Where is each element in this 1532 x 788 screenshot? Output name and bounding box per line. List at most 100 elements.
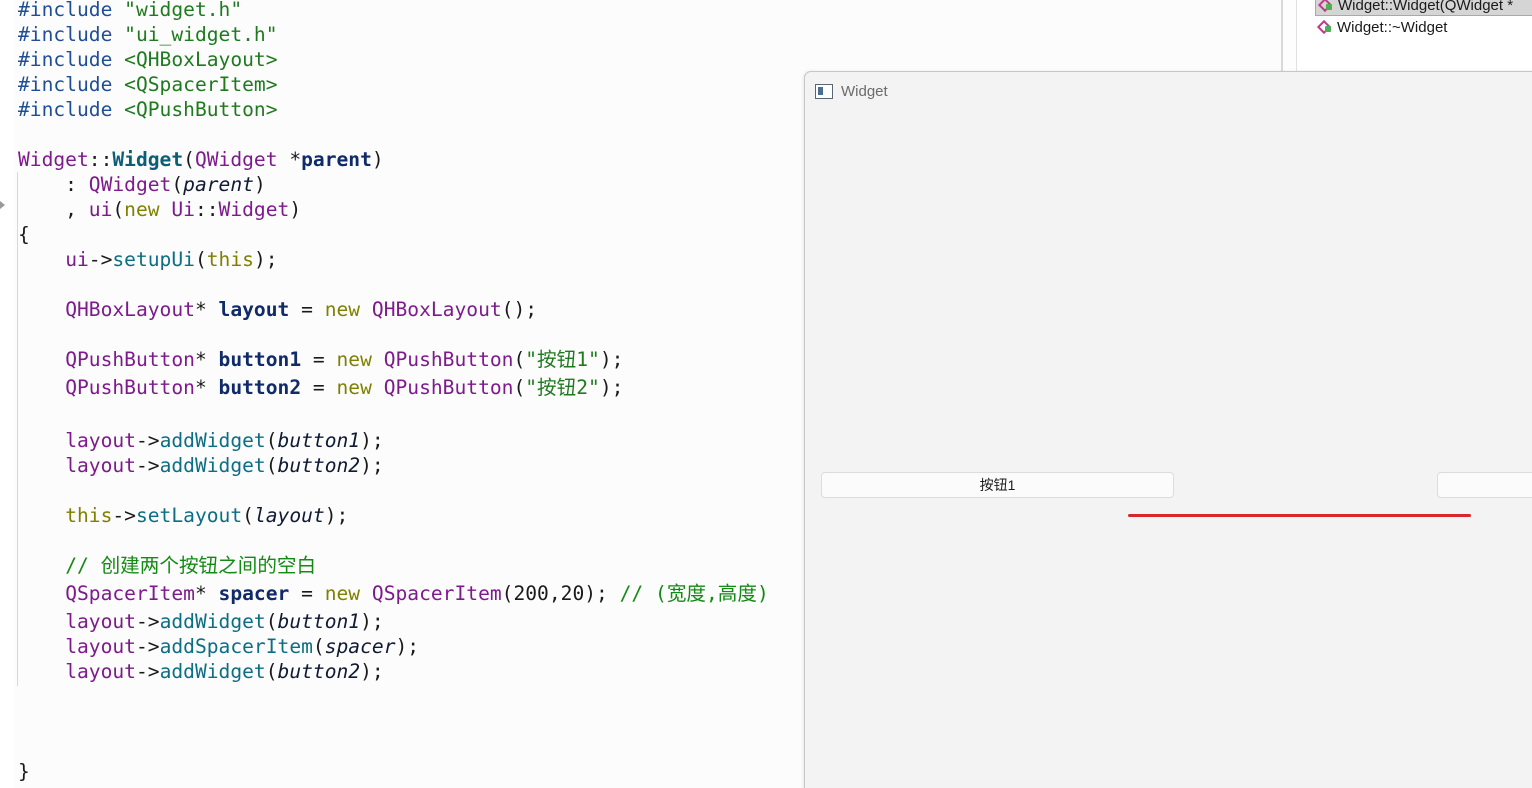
code-token: "widget.h" <box>124 0 243 21</box>
code-token: layout <box>65 454 136 477</box>
code-token: QSpacerItem <box>371 582 502 605</box>
window-title: Widget <box>841 83 888 100</box>
code-token: -> <box>135 635 160 658</box>
code-token: * <box>194 376 219 399</box>
fold-marker-icon[interactable] <box>0 201 5 209</box>
code-token: = <box>301 376 337 399</box>
code-token: layout <box>218 298 290 321</box>
code-token: (200,20); <box>501 582 620 605</box>
code-token: * <box>194 582 219 605</box>
button-1[interactable]: 按钮1 <box>821 472 1174 498</box>
code-token: * <box>194 348 219 371</box>
code-token: "ui_widget.h" <box>124 23 278 46</box>
code-token: ); <box>360 429 384 452</box>
code-line: #include <QHBoxLayout> <box>18 48 278 72</box>
code-token: parent <box>301 148 372 171</box>
code-token: = <box>301 348 337 371</box>
code-token: ( <box>112 198 125 221</box>
code-token: addWidget <box>159 610 266 633</box>
code-token: layout <box>65 635 136 658</box>
code-token: new <box>124 198 160 221</box>
code-line: QHBoxLayout* layout = new QHBoxLayout(); <box>18 298 537 322</box>
code-token: button1 <box>277 610 361 633</box>
code-token: ( <box>171 173 184 196</box>
code-token: ( <box>513 376 526 399</box>
code-token: :: <box>88 148 113 171</box>
code-token: ( <box>265 660 278 683</box>
window-icon <box>815 84 833 99</box>
code-token: -> <box>135 660 160 683</box>
outline-item-constructor[interactable]: Widget::Widget(QWidget * <box>1315 0 1532 16</box>
code-token: QPushButton <box>383 348 514 371</box>
code-token: ( <box>194 248 207 271</box>
code-token: ) <box>371 148 384 171</box>
outline-item-destructor[interactable]: Widget::~Widget <box>1317 17 1447 39</box>
code-token: ui <box>65 248 89 271</box>
code-token: ); <box>395 635 420 658</box>
code-token: ); <box>253 248 278 271</box>
code-token: -> <box>135 610 160 633</box>
code-token: QHBoxLayout <box>371 298 502 321</box>
code-token: button2 <box>277 660 361 683</box>
code-token: ) <box>289 198 302 221</box>
code-token: (); <box>501 298 538 321</box>
code-line: #include "ui_widget.h" <box>18 23 278 47</box>
code-token: parent <box>183 173 254 196</box>
code-token: // 创建两个按钮之间的空白 <box>65 554 317 577</box>
code-line: , ui(new Ui::Widget) <box>18 198 301 222</box>
code-token: ); <box>324 504 349 527</box>
code-token: Widget <box>18 148 89 171</box>
code-token: button1 <box>218 348 302 371</box>
code-token: -> <box>88 248 113 271</box>
method-icon <box>1317 20 1333 34</box>
code-line: QPushButton* button2 = new QPushButton("… <box>18 376 623 400</box>
code-token: addSpacerItem <box>159 635 313 658</box>
code-line: : QWidget(parent) <box>18 173 266 197</box>
code-line: layout->addSpacerItem(spacer); <box>18 635 419 659</box>
code-line: this->setLayout(layout); <box>18 504 348 528</box>
editor-divider <box>1281 0 1283 72</box>
button-2[interactable] <box>1437 472 1532 498</box>
code-token: ) <box>253 173 266 196</box>
code-token: , <box>18 198 89 221</box>
code-token: ( <box>265 610 278 633</box>
code-token: button1 <box>277 429 361 452</box>
code-token: ( <box>265 429 278 452</box>
code-token: -> <box>135 454 160 477</box>
code-token: Widget <box>218 198 290 221</box>
widget-window[interactable]: Widget 按钮1 <box>804 71 1532 788</box>
code-token: QHBoxLayout <box>65 298 195 321</box>
code-token: #include <box>18 98 125 121</box>
red-annotation-line <box>1128 514 1471 517</box>
code-token: QPushButton <box>65 376 195 399</box>
code-line: layout->addWidget(button1); <box>18 429 384 453</box>
code-token: // (宽度,高度) <box>619 582 769 605</box>
method-icon <box>1318 0 1334 12</box>
code-token: spacer <box>218 582 290 605</box>
code-token: layout <box>253 504 325 527</box>
code-token: <QPushButton> <box>124 98 278 121</box>
code-token: "按钮2" <box>525 376 600 399</box>
code-token: ( <box>312 635 325 658</box>
code-line: layout->addWidget(button2); <box>18 660 384 684</box>
code-token: { <box>18 223 30 246</box>
code-token: -> <box>112 504 136 527</box>
code-token: ( <box>513 348 526 371</box>
code-token: button2 <box>277 454 361 477</box>
code-token: ); <box>360 454 384 477</box>
code-line: #include "widget.h" <box>18 0 242 22</box>
code-token: <QSpacerItem> <box>124 73 278 96</box>
code-line: { <box>18 223 30 247</box>
code-token: Ui <box>171 198 195 221</box>
editor-gutter <box>0 0 14 788</box>
